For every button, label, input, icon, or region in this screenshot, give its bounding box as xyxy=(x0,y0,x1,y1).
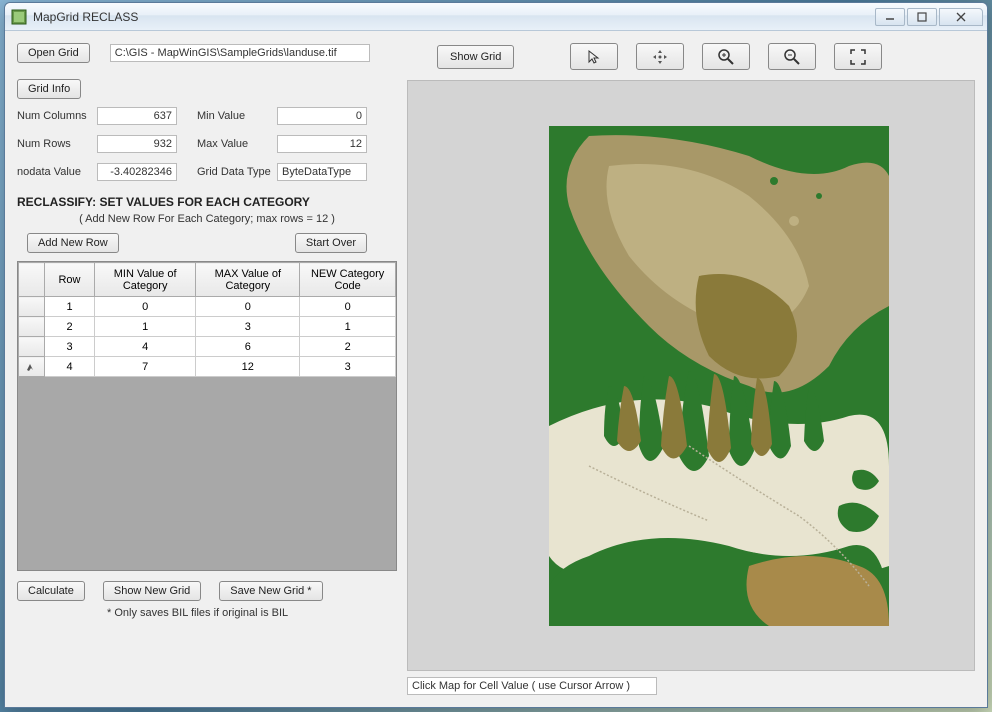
window-title: MapGrid RECLASS xyxy=(33,10,873,24)
cell-min[interactable]: 1 xyxy=(95,317,196,337)
app-icon xyxy=(11,9,27,25)
content-area: Open Grid Grid Info Num Columns Min Valu… xyxy=(5,31,987,707)
dtype-label: Grid Data Type xyxy=(197,166,277,178)
right-panel: Show Grid xyxy=(407,43,975,695)
max-value-field[interactable] xyxy=(277,135,367,153)
col-code: NEW Category Code xyxy=(300,263,396,297)
grid-info-button[interactable]: Grid Info xyxy=(17,79,81,99)
num-columns-field[interactable] xyxy=(97,107,177,125)
map-status-row xyxy=(407,677,975,695)
reclass-subtitle: ( Add New Row For Each Category; max row… xyxy=(17,213,397,225)
grid-info-fields: Num Columns Min Value Num Rows Max Value… xyxy=(17,107,397,181)
map-status-field[interactable] xyxy=(407,677,657,695)
cell-code[interactable]: 3 xyxy=(300,357,396,377)
nodata-label: nodata Value xyxy=(17,166,97,178)
cell-max[interactable]: 12 xyxy=(196,357,300,377)
max-value-label: Max Value xyxy=(197,138,277,150)
save-new-grid-button[interactable]: Save New Grid * xyxy=(219,581,322,601)
row-header xyxy=(19,297,45,317)
cursor-tool[interactable] xyxy=(570,43,618,70)
cell-max[interactable]: 6 xyxy=(196,337,300,357)
pan-icon xyxy=(651,48,669,66)
reclass-table[interactable]: Row MIN Value of Category MAX Value of C… xyxy=(17,261,397,571)
cell-min[interactable]: 0 xyxy=(95,297,196,317)
calculate-button[interactable]: Calculate xyxy=(17,581,85,601)
left-panel: Open Grid Grid Info Num Columns Min Valu… xyxy=(17,43,397,695)
grid-path-field[interactable] xyxy=(110,44,370,62)
cell-min[interactable]: 4 xyxy=(95,337,196,357)
table-row[interactable]: 47123 xyxy=(19,357,396,377)
cell-row[interactable]: 1 xyxy=(45,297,95,317)
table-row[interactable]: 1000 xyxy=(19,297,396,317)
cell-row[interactable]: 4 xyxy=(45,357,95,377)
map-toolbar: Show Grid xyxy=(407,43,975,70)
col-max: MAX Value of Category xyxy=(196,263,300,297)
zoom-in-tool[interactable] xyxy=(702,43,750,70)
zoom-out-icon xyxy=(783,48,801,66)
start-over-button[interactable]: Start Over xyxy=(295,233,367,253)
zoom-out-tool[interactable] xyxy=(768,43,816,70)
nodata-field[interactable] xyxy=(97,163,177,181)
table-row[interactable]: 3462 xyxy=(19,337,396,357)
map-canvas xyxy=(549,126,889,626)
titlebar: MapGrid RECLASS xyxy=(5,3,987,31)
row-header xyxy=(19,317,45,337)
minimize-button[interactable] xyxy=(875,8,905,26)
zoom-extent-tool[interactable] xyxy=(834,43,882,70)
min-value-label: Min Value xyxy=(197,110,277,122)
cell-row[interactable]: 3 xyxy=(45,337,95,357)
cell-row[interactable]: 2 xyxy=(45,317,95,337)
col-row: Row xyxy=(45,263,95,297)
table-header-row: Row MIN Value of Category MAX Value of C… xyxy=(19,263,396,297)
cell-max[interactable]: 3 xyxy=(196,317,300,337)
app-window: MapGrid RECLASS Open Grid Grid Info Num … xyxy=(4,2,988,708)
cell-min[interactable]: 7 xyxy=(95,357,196,377)
num-rows-field[interactable] xyxy=(97,135,177,153)
cursor-arrow-icon xyxy=(586,49,602,65)
min-value-field[interactable] xyxy=(277,107,367,125)
add-new-row-button[interactable]: Add New Row xyxy=(27,233,119,253)
expand-icon xyxy=(849,48,867,66)
show-new-grid-button[interactable]: Show New Grid xyxy=(103,581,201,601)
cell-max[interactable]: 0 xyxy=(196,297,300,317)
window-controls xyxy=(873,8,983,26)
num-rows-label: Num Rows xyxy=(17,138,97,150)
reclass-title: RECLASSIFY: SET VALUES FOR EACH CATEGORY xyxy=(17,195,397,209)
col-min: MIN Value of Category xyxy=(95,263,196,297)
save-footnote: * Only saves BIL files if original is BI… xyxy=(107,607,397,619)
num-columns-label: Num Columns xyxy=(17,110,97,122)
cell-code[interactable]: 1 xyxy=(300,317,396,337)
row-header xyxy=(19,337,45,357)
dtype-field[interactable] xyxy=(277,163,367,181)
table-row[interactable]: 2131 xyxy=(19,317,396,337)
maximize-button[interactable] xyxy=(907,8,937,26)
row-header xyxy=(19,357,45,377)
open-grid-button[interactable]: Open Grid xyxy=(17,43,90,63)
bottom-buttons: Calculate Show New Grid Save New Grid * xyxy=(17,581,397,601)
zoom-in-icon xyxy=(717,48,735,66)
cell-code[interactable]: 0 xyxy=(300,297,396,317)
show-grid-button[interactable]: Show Grid xyxy=(437,45,514,69)
cell-code[interactable]: 2 xyxy=(300,337,396,357)
map-viewport[interactable] xyxy=(407,80,975,671)
pan-tool[interactable] xyxy=(636,43,684,70)
close-button[interactable] xyxy=(939,8,983,26)
